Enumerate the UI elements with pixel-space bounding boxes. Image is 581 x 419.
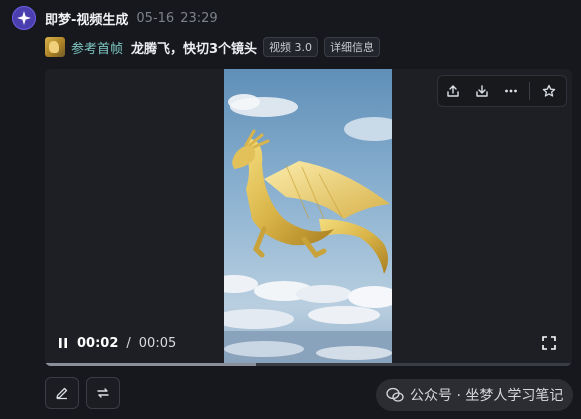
wechat-icon [386, 387, 404, 402]
download-icon [475, 85, 488, 97]
favorite-button[interactable] [534, 77, 563, 105]
sparkle-icon [17, 11, 31, 25]
share-button[interactable] [438, 77, 467, 105]
reference-frame-thumbnail[interactable] [45, 37, 65, 57]
more-icon [504, 89, 517, 93]
app-avatar[interactable] [12, 6, 36, 30]
progress-fill [45, 363, 256, 366]
duration: 00:05 [138, 335, 177, 351]
video-toolbar [437, 75, 567, 107]
reference-frame-label[interactable]: 参考首帧 [71, 38, 123, 57]
app-name[interactable]: 即梦-视频生成 [45, 9, 128, 28]
message-time: 23:29 [180, 10, 218, 26]
video-frame[interactable] [224, 69, 392, 366]
details-tag[interactable]: 详细信息 [324, 37, 381, 57]
edit-icon [56, 387, 68, 400]
message-header: 即梦-视频生成 05-16 23:29 [45, 9, 218, 28]
fullscreen-icon[interactable] [541, 335, 557, 351]
progress-bar[interactable] [45, 363, 572, 366]
more-button[interactable] [496, 77, 525, 105]
video-player[interactable]: 00:02 / 00:05 [45, 69, 572, 366]
watermark-text: 公众号 · 坐梦人学习笔记 [410, 388, 564, 404]
pause-icon[interactable] [57, 337, 69, 349]
toolbar-divider [529, 82, 530, 100]
regenerate-button[interactable] [86, 377, 120, 409]
edit-button[interactable] [45, 377, 79, 409]
current-time: 00:02 [77, 335, 119, 351]
time-separator: / [126, 335, 131, 351]
dragon-video-frame-image [224, 69, 392, 366]
prompt-text: 龙腾飞，快切3个镜头 [131, 41, 258, 57]
prompt-row: 参考首帧 龙腾飞，快切3个镜头 视频 3.0 详细信息 [45, 36, 381, 58]
message-date: 05-16 [136, 10, 175, 26]
download-button[interactable] [467, 77, 496, 105]
regenerate-icon [97, 388, 109, 398]
watermark: 公众号 · 坐梦人学习笔记 [376, 379, 574, 411]
model-version-tag[interactable]: 视频 3.0 [263, 37, 319, 57]
playback-controls: 00:02 / 00:05 [57, 333, 176, 353]
star-icon [542, 84, 555, 97]
share-icon [446, 85, 459, 97]
